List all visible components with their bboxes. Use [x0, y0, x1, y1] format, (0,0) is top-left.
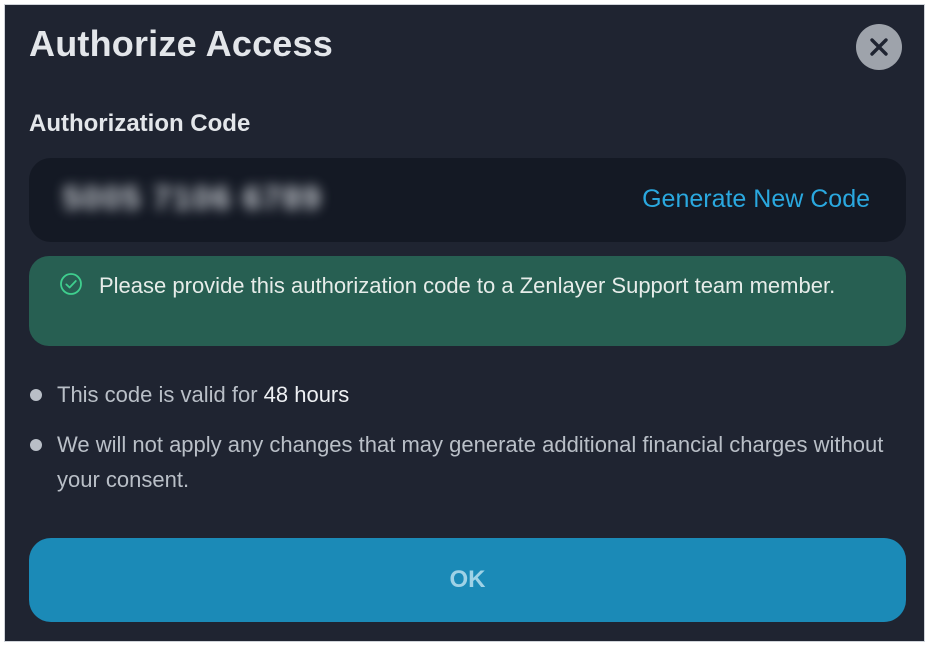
validity-value: 48 hours — [263, 382, 350, 407]
close-icon — [869, 37, 889, 57]
list-item-charges: We will not apply any changes that may g… — [29, 427, 906, 497]
authorization-code-box: 5005 7106 6789 Generate New Code — [29, 158, 906, 242]
generate-new-code-link[interactable]: Generate New Code — [642, 185, 870, 214]
charges-text: We will not apply any changes that may g… — [57, 432, 884, 492]
bullet-icon — [30, 389, 42, 401]
info-list: This code is valid for 48 hours We will … — [29, 377, 906, 512]
list-item-validity: This code is valid for 48 hours — [29, 377, 906, 412]
ok-button[interactable]: OK — [29, 538, 906, 622]
notice-text: Please provide this authorization code t… — [99, 273, 836, 298]
authorize-access-dialog: Authorize Access Authorization Code 5005… — [4, 4, 925, 642]
check-circle-icon — [59, 272, 83, 301]
bullet-icon — [30, 439, 42, 451]
authorization-code-label: Authorization Code — [29, 110, 251, 137]
close-button[interactable] — [856, 24, 902, 70]
dialog-title: Authorize Access — [29, 23, 333, 64]
success-notice: Please provide this authorization code t… — [29, 256, 906, 346]
authorization-code-value: 5005 7106 6789 — [63, 180, 323, 216]
validity-prefix: This code is valid for — [57, 382, 264, 407]
